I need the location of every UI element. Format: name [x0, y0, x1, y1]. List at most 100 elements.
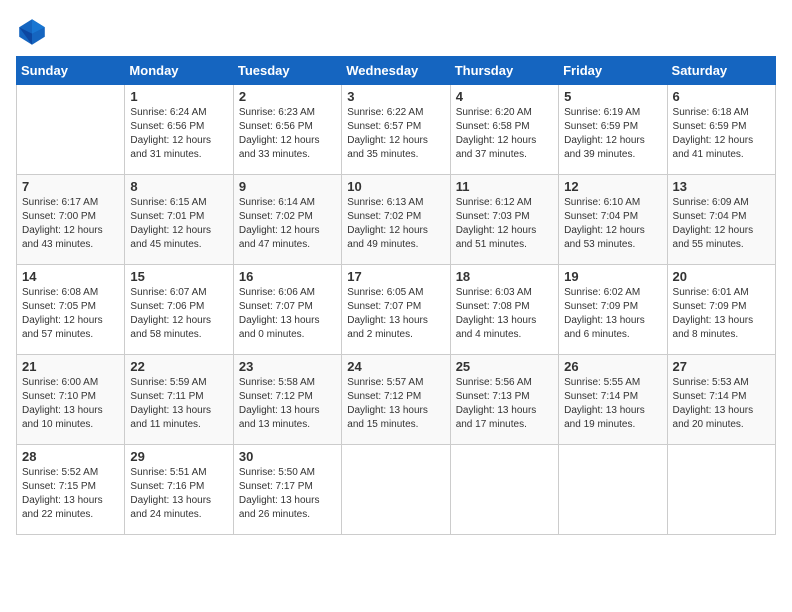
weekday-friday: Friday — [559, 57, 667, 85]
day-number: 4 — [456, 89, 553, 104]
day-cell: 13 Sunrise: 6:09 AMSunset: 7:04 PMDaylig… — [667, 175, 775, 265]
day-number: 10 — [347, 179, 444, 194]
weekday-saturday: Saturday — [667, 57, 775, 85]
day-info: Sunrise: 6:08 AMSunset: 7:05 PMDaylight:… — [22, 286, 119, 342]
day-cell: 22 Sunrise: 5:59 AMSunset: 7:11 PMDaylig… — [125, 355, 233, 445]
calendar-body: 1 Sunrise: 6:24 AMSunset: 6:56 PMDayligh… — [17, 85, 776, 535]
day-info: Sunrise: 6:14 AMSunset: 7:02 PMDaylight:… — [239, 196, 336, 252]
page-header — [16, 16, 776, 48]
day-info: Sunrise: 6:03 AMSunset: 7:08 PMDaylight:… — [456, 286, 553, 342]
day-cell: 15 Sunrise: 6:07 AMSunset: 7:06 PMDaylig… — [125, 265, 233, 355]
day-info: Sunrise: 6:00 AMSunset: 7:10 PMDaylight:… — [22, 376, 119, 432]
day-cell: 18 Sunrise: 6:03 AMSunset: 7:08 PMDaylig… — [450, 265, 558, 355]
day-number: 9 — [239, 179, 336, 194]
day-number: 30 — [239, 449, 336, 464]
day-cell: 20 Sunrise: 6:01 AMSunset: 7:09 PMDaylig… — [667, 265, 775, 355]
day-cell: 1 Sunrise: 6:24 AMSunset: 6:56 PMDayligh… — [125, 85, 233, 175]
week-row-3: 14 Sunrise: 6:08 AMSunset: 7:05 PMDaylig… — [17, 265, 776, 355]
day-number: 11 — [456, 179, 553, 194]
day-cell: 12 Sunrise: 6:10 AMSunset: 7:04 PMDaylig… — [559, 175, 667, 265]
day-info: Sunrise: 6:07 AMSunset: 7:06 PMDaylight:… — [130, 286, 227, 342]
day-cell: 30 Sunrise: 5:50 AMSunset: 7:17 PMDaylig… — [233, 445, 341, 535]
day-cell: 16 Sunrise: 6:06 AMSunset: 7:07 PMDaylig… — [233, 265, 341, 355]
day-cell: 11 Sunrise: 6:12 AMSunset: 7:03 PMDaylig… — [450, 175, 558, 265]
day-number: 24 — [347, 359, 444, 374]
day-info: Sunrise: 6:12 AMSunset: 7:03 PMDaylight:… — [456, 196, 553, 252]
day-number: 22 — [130, 359, 227, 374]
weekday-monday: Monday — [125, 57, 233, 85]
day-cell: 21 Sunrise: 6:00 AMSunset: 7:10 PMDaylig… — [17, 355, 125, 445]
day-number: 21 — [22, 359, 119, 374]
day-info: Sunrise: 6:18 AMSunset: 6:59 PMDaylight:… — [673, 106, 770, 162]
day-number: 17 — [347, 269, 444, 284]
day-info: Sunrise: 5:58 AMSunset: 7:12 PMDaylight:… — [239, 376, 336, 432]
day-number: 15 — [130, 269, 227, 284]
day-number: 16 — [239, 269, 336, 284]
day-info: Sunrise: 6:02 AMSunset: 7:09 PMDaylight:… — [564, 286, 661, 342]
day-info: Sunrise: 5:53 AMSunset: 7:14 PMDaylight:… — [673, 376, 770, 432]
day-number: 29 — [130, 449, 227, 464]
weekday-header-row: SundayMondayTuesdayWednesdayThursdayFrid… — [17, 57, 776, 85]
weekday-tuesday: Tuesday — [233, 57, 341, 85]
day-cell: 25 Sunrise: 5:56 AMSunset: 7:13 PMDaylig… — [450, 355, 558, 445]
calendar-table: SundayMondayTuesdayWednesdayThursdayFrid… — [16, 56, 776, 535]
day-number: 1 — [130, 89, 227, 104]
day-info: Sunrise: 5:51 AMSunset: 7:16 PMDaylight:… — [130, 466, 227, 522]
day-info: Sunrise: 6:20 AMSunset: 6:58 PMDaylight:… — [456, 106, 553, 162]
day-cell: 7 Sunrise: 6:17 AMSunset: 7:00 PMDayligh… — [17, 175, 125, 265]
day-info: Sunrise: 6:06 AMSunset: 7:07 PMDaylight:… — [239, 286, 336, 342]
day-cell — [559, 445, 667, 535]
day-cell: 8 Sunrise: 6:15 AMSunset: 7:01 PMDayligh… — [125, 175, 233, 265]
day-number: 25 — [456, 359, 553, 374]
day-info: Sunrise: 5:57 AMSunset: 7:12 PMDaylight:… — [347, 376, 444, 432]
week-row-1: 1 Sunrise: 6:24 AMSunset: 6:56 PMDayligh… — [17, 85, 776, 175]
week-row-5: 28 Sunrise: 5:52 AMSunset: 7:15 PMDaylig… — [17, 445, 776, 535]
week-row-2: 7 Sunrise: 6:17 AMSunset: 7:00 PMDayligh… — [17, 175, 776, 265]
day-number: 12 — [564, 179, 661, 194]
day-info: Sunrise: 6:10 AMSunset: 7:04 PMDaylight:… — [564, 196, 661, 252]
day-cell: 24 Sunrise: 5:57 AMSunset: 7:12 PMDaylig… — [342, 355, 450, 445]
logo-icon — [16, 16, 48, 48]
day-number: 7 — [22, 179, 119, 194]
day-info: Sunrise: 6:01 AMSunset: 7:09 PMDaylight:… — [673, 286, 770, 342]
day-number: 20 — [673, 269, 770, 284]
day-cell: 27 Sunrise: 5:53 AMSunset: 7:14 PMDaylig… — [667, 355, 775, 445]
day-number: 13 — [673, 179, 770, 194]
day-info: Sunrise: 6:13 AMSunset: 7:02 PMDaylight:… — [347, 196, 444, 252]
day-cell — [450, 445, 558, 535]
day-number: 2 — [239, 89, 336, 104]
day-info: Sunrise: 5:50 AMSunset: 7:17 PMDaylight:… — [239, 466, 336, 522]
day-info: Sunrise: 5:59 AMSunset: 7:11 PMDaylight:… — [130, 376, 227, 432]
day-info: Sunrise: 6:05 AMSunset: 7:07 PMDaylight:… — [347, 286, 444, 342]
day-cell: 10 Sunrise: 6:13 AMSunset: 7:02 PMDaylig… — [342, 175, 450, 265]
day-cell: 17 Sunrise: 6:05 AMSunset: 7:07 PMDaylig… — [342, 265, 450, 355]
day-info: Sunrise: 5:52 AMSunset: 7:15 PMDaylight:… — [22, 466, 119, 522]
day-info: Sunrise: 6:17 AMSunset: 7:00 PMDaylight:… — [22, 196, 119, 252]
weekday-wednesday: Wednesday — [342, 57, 450, 85]
day-info: Sunrise: 5:56 AMSunset: 7:13 PMDaylight:… — [456, 376, 553, 432]
day-cell: 5 Sunrise: 6:19 AMSunset: 6:59 PMDayligh… — [559, 85, 667, 175]
day-cell: 6 Sunrise: 6:18 AMSunset: 6:59 PMDayligh… — [667, 85, 775, 175]
day-cell: 4 Sunrise: 6:20 AMSunset: 6:58 PMDayligh… — [450, 85, 558, 175]
day-info: Sunrise: 5:55 AMSunset: 7:14 PMDaylight:… — [564, 376, 661, 432]
day-cell: 23 Sunrise: 5:58 AMSunset: 7:12 PMDaylig… — [233, 355, 341, 445]
day-number: 8 — [130, 179, 227, 194]
day-info: Sunrise: 6:09 AMSunset: 7:04 PMDaylight:… — [673, 196, 770, 252]
weekday-thursday: Thursday — [450, 57, 558, 85]
day-cell — [342, 445, 450, 535]
day-info: Sunrise: 6:22 AMSunset: 6:57 PMDaylight:… — [347, 106, 444, 162]
day-cell: 26 Sunrise: 5:55 AMSunset: 7:14 PMDaylig… — [559, 355, 667, 445]
day-number: 23 — [239, 359, 336, 374]
logo — [16, 16, 52, 48]
day-number: 14 — [22, 269, 119, 284]
day-info: Sunrise: 6:15 AMSunset: 7:01 PMDaylight:… — [130, 196, 227, 252]
day-number: 28 — [22, 449, 119, 464]
day-cell — [667, 445, 775, 535]
day-cell: 9 Sunrise: 6:14 AMSunset: 7:02 PMDayligh… — [233, 175, 341, 265]
day-info: Sunrise: 6:19 AMSunset: 6:59 PMDaylight:… — [564, 106, 661, 162]
day-cell: 29 Sunrise: 5:51 AMSunset: 7:16 PMDaylig… — [125, 445, 233, 535]
weekday-sunday: Sunday — [17, 57, 125, 85]
week-row-4: 21 Sunrise: 6:00 AMSunset: 7:10 PMDaylig… — [17, 355, 776, 445]
day-number: 3 — [347, 89, 444, 104]
day-number: 26 — [564, 359, 661, 374]
